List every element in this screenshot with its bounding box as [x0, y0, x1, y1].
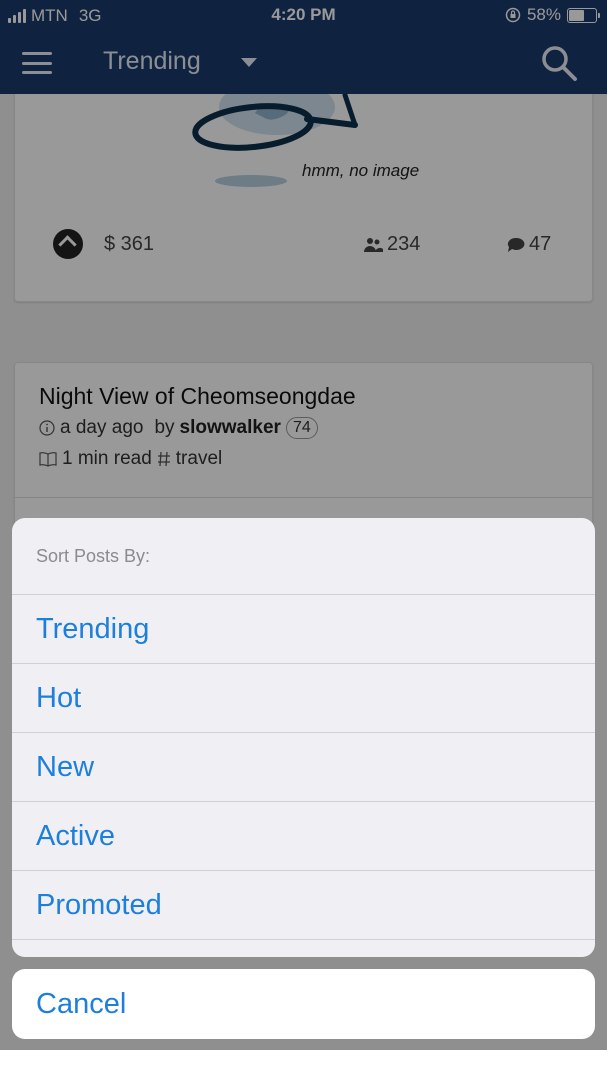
sort-action-sheet: Sort Posts By: Trending Hot New Active P…	[12, 518, 595, 957]
cancel-button[interactable]: Cancel	[12, 969, 595, 1039]
sheet-header: Sort Posts By:	[12, 518, 595, 595]
bottom-strip	[0, 1050, 607, 1080]
sort-option-trending[interactable]: Trending	[12, 595, 595, 664]
sort-option-hot[interactable]: Hot	[12, 664, 595, 733]
sort-option-promoted[interactable]: Promoted	[12, 871, 595, 940]
sort-option-new[interactable]: New	[12, 733, 595, 802]
sort-option-active[interactable]: Active	[12, 802, 595, 871]
